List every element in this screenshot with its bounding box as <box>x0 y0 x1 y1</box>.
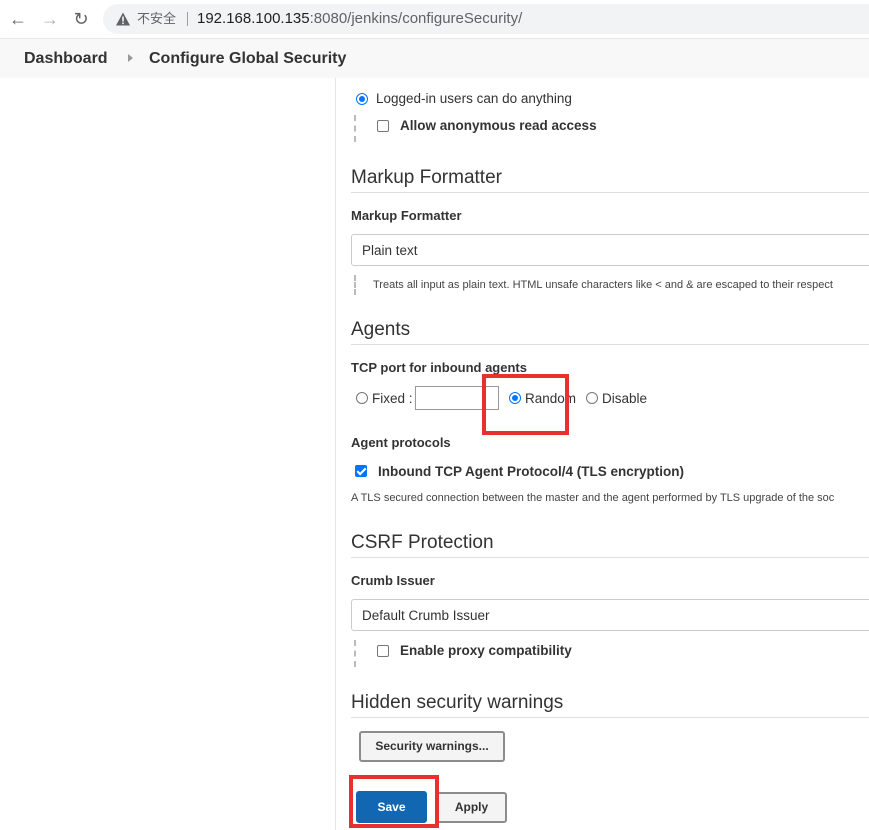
breadcrumb-chevron-icon <box>128 54 133 62</box>
security-label: 不安全 <box>137 11 177 26</box>
markup-formatter-label: Markup Formatter <box>351 208 462 223</box>
address-divider <box>187 12 188 26</box>
url-path: :8080/jenkins/configureSecurity/ <box>309 10 523 27</box>
nested-indent-line <box>354 115 356 142</box>
nested-indent-line <box>354 640 356 667</box>
back-arrow-icon[interactable]: ← <box>8 9 28 29</box>
section-divider <box>351 192 869 193</box>
url-host: 192.168.100.135 <box>197 10 310 27</box>
agent-protocol-checkbox[interactable] <box>355 465 367 477</box>
disable-port-label: Disable <box>602 391 648 406</box>
breadcrumb: Dashboard Configure Global Security <box>0 39 869 78</box>
markup-formatter-select[interactable]: Plain text <box>351 234 869 266</box>
warning-icon <box>116 12 130 26</box>
highlight-box-random <box>482 374 569 435</box>
forward-arrow-icon[interactable]: → <box>40 9 60 29</box>
markup-formatter-help: Treats all input as plain text. HTML uns… <box>373 279 833 291</box>
section-divider <box>351 344 869 345</box>
breadcrumb-dashboard[interactable]: Dashboard <box>24 49 108 69</box>
radio-disable-port[interactable] <box>586 392 598 404</box>
agent-protocol-help: A TLS secured connection between the mas… <box>351 492 835 504</box>
proxy-compatibility-checkbox[interactable] <box>377 645 389 657</box>
help-indent-line <box>354 275 356 295</box>
logged-in-users-label: Logged-in users can do anything <box>376 91 572 106</box>
proxy-compatibility-label: Enable proxy compatibility <box>400 643 572 658</box>
highlight-box-save <box>349 775 439 828</box>
crumb-issuer-select[interactable]: Default Crumb Issuer <box>351 599 869 631</box>
browser-toolbar: ← → ↻ 不安全 192.168.100.135:8080/jenkins/c… <box>0 0 869 39</box>
reload-icon[interactable]: ↻ <box>71 9 91 29</box>
markup-formatter-title: Markup Formatter <box>351 167 502 188</box>
fixed-port-label: Fixed : <box>372 391 413 406</box>
radio-logged-in-users[interactable] <box>356 93 368 105</box>
agent-protocols-label: Agent protocols <box>351 435 451 450</box>
allow-anonymous-read-checkbox[interactable] <box>377 120 389 132</box>
allow-anonymous-read-label: Allow anonymous read access <box>400 118 597 133</box>
markup-formatter-value: Plain text <box>362 243 418 258</box>
section-divider <box>351 717 869 718</box>
csrf-title: CSRF Protection <box>351 532 494 553</box>
hidden-warnings-title: Hidden security warnings <box>351 692 564 713</box>
radio-fixed-port[interactable] <box>356 392 368 404</box>
security-warnings-button[interactable]: Security warnings... <box>359 731 505 762</box>
crumb-issuer-value: Default Crumb Issuer <box>362 608 490 623</box>
sidebar-divider <box>335 78 336 830</box>
breadcrumb-configure-global-security[interactable]: Configure Global Security <box>149 49 346 69</box>
agents-title: Agents <box>351 319 411 340</box>
section-divider <box>351 557 869 558</box>
agent-protocol-label: Inbound TCP Agent Protocol/4 (TLS encryp… <box>378 464 684 479</box>
address-bar[interactable]: 不安全 192.168.100.135:8080/jenkins/configu… <box>103 4 869 34</box>
url-text: 192.168.100.135:8080/jenkins/configureSe… <box>197 9 522 29</box>
apply-button[interactable]: Apply <box>436 792 507 823</box>
crumb-issuer-label: Crumb Issuer <box>351 573 435 588</box>
